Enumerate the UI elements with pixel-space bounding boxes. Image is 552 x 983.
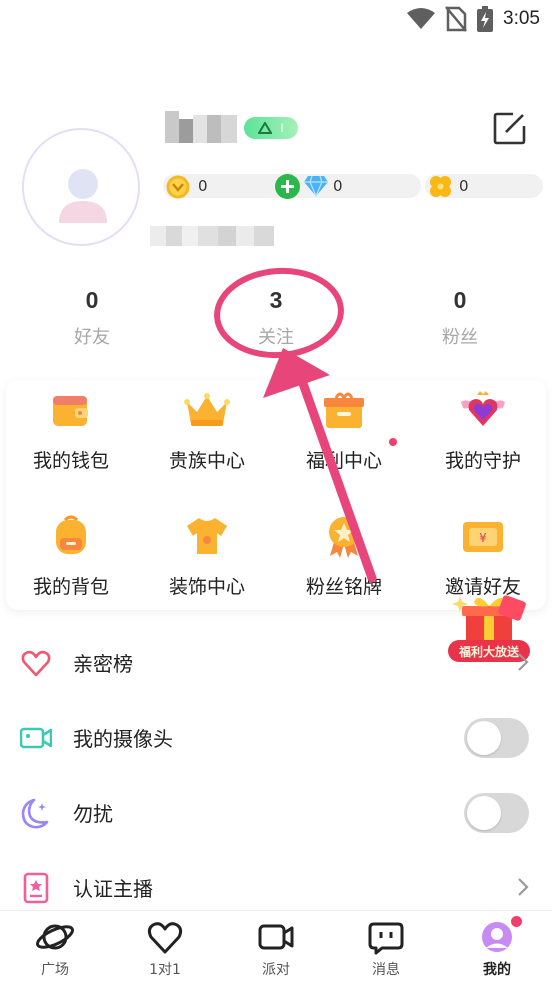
planet-icon	[36, 924, 74, 950]
grid-label: 我的守护	[444, 450, 521, 472]
list-item-intimacy-rank[interactable]: 亲密榜	[0, 632, 552, 692]
clover-balance: 0	[459, 177, 469, 195]
winged-heart-icon	[461, 391, 505, 426]
status-bar: 3:05	[0, 0, 552, 40]
grid-label: 福利中心	[305, 450, 382, 472]
backpack-icon	[56, 515, 86, 554]
no-sim-icon	[445, 6, 467, 32]
camera-toggle[interactable]	[464, 718, 529, 758]
grid-item-invite[interactable]: ¥ 邀请好友	[414, 512, 552, 599]
nav-label: 消息	[372, 962, 400, 978]
grid-label: 贵族中心	[168, 450, 245, 472]
nav-tab-mine[interactable]: 我的	[442, 917, 552, 979]
nav-tab-square[interactable]: 广场	[0, 917, 110, 979]
following-label: 关注	[258, 327, 294, 348]
level-badge: I	[244, 117, 298, 139]
nav-tab-messages[interactable]: 消息	[331, 917, 441, 979]
gift-box-icon	[324, 392, 364, 428]
status-time: 3:05	[503, 8, 540, 29]
heart-outline-icon	[21, 650, 51, 677]
list-label: 勿扰	[73, 802, 113, 826]
coin-icon	[166, 175, 190, 199]
username-redacted	[165, 111, 237, 143]
grid-item-wallet[interactable]: 我的钱包	[2, 386, 140, 473]
coin-balance: 0	[198, 177, 208, 195]
avatar[interactable]	[22, 128, 140, 246]
wallet-icon	[53, 396, 88, 426]
grid-item-noble[interactable]: 贵族中心	[138, 386, 276, 473]
list-label: 认证主播	[73, 877, 153, 901]
notification-dot	[389, 438, 397, 446]
fans-label: 粉丝	[442, 327, 478, 348]
nav-tab-1v1[interactable]: 1对1	[110, 917, 220, 979]
clover-icon	[430, 176, 451, 197]
nav-tab-party[interactable]: 派对	[221, 917, 331, 979]
stat-friends[interactable]: 0 好友	[32, 287, 152, 349]
edit-icon[interactable]	[493, 111, 527, 145]
nav-label: 我的	[483, 962, 511, 978]
diamond-icon	[304, 175, 328, 197]
chat-icon	[368, 922, 404, 955]
grid-item-decoration[interactable]: 装饰中心	[138, 512, 276, 599]
grid-item-backpack[interactable]: 我的背包	[2, 512, 140, 599]
wifi-icon	[407, 8, 436, 29]
grid-item-welfare[interactable]: 福利中心	[275, 386, 413, 473]
stat-following[interactable]: 3 关注	[216, 287, 336, 349]
recharge-plus-icon[interactable]	[275, 174, 300, 199]
tshirt-icon	[187, 518, 227, 554]
battery-charging-icon	[477, 6, 494, 32]
chevron-right-icon	[518, 653, 529, 671]
dnd-toggle[interactable]	[464, 793, 529, 833]
video-icon	[258, 924, 294, 950]
grid-label: 我的背包	[32, 576, 109, 598]
grid-label: 我的钱包	[32, 450, 109, 472]
svg-text:¥: ¥	[479, 531, 487, 545]
nav-label: 广场	[41, 962, 69, 978]
nav-label: 派对	[262, 962, 290, 978]
grid-label: 粉丝铭牌	[305, 576, 382, 598]
list-item-camera[interactable]: 我的摄像头	[0, 707, 552, 767]
camera-icon	[20, 727, 52, 749]
chevron-right-icon	[518, 878, 529, 896]
following-count: 3	[269, 287, 283, 313]
stat-fans[interactable]: 0 粉丝	[400, 287, 520, 349]
user-id-redacted	[150, 226, 274, 246]
heart-nav-icon	[147, 922, 183, 954]
triangle-icon	[258, 122, 273, 134]
grid-item-guardian[interactable]: 我的守护	[414, 386, 552, 473]
friends-label: 好友	[74, 327, 110, 348]
bottom-nav: 广场 1对1 派对 消息 我的	[0, 910, 552, 983]
moon-icon	[21, 798, 49, 829]
list-label: 我的摄像头	[73, 727, 173, 751]
badge-icon	[329, 517, 359, 558]
fans-count: 0	[453, 287, 467, 313]
list-item-do-not-disturb[interactable]: 勿扰	[0, 782, 552, 842]
invite-ticket-icon: ¥	[463, 522, 503, 552]
list-item-certified-host[interactable]: 认证主播	[0, 857, 552, 917]
level-label: I	[280, 121, 284, 135]
crown-icon	[184, 393, 230, 426]
grid-item-fan-badge[interactable]: 粉丝铭牌	[275, 512, 413, 599]
list-label: 亲密榜	[73, 652, 133, 676]
friends-count: 0	[85, 287, 99, 313]
grid-label: 装饰中心	[168, 576, 245, 598]
diamond-balance: 0	[333, 177, 343, 195]
nav-notification-dot	[511, 916, 522, 927]
nav-label: 1对1	[149, 962, 181, 978]
certificate-icon	[23, 872, 49, 904]
